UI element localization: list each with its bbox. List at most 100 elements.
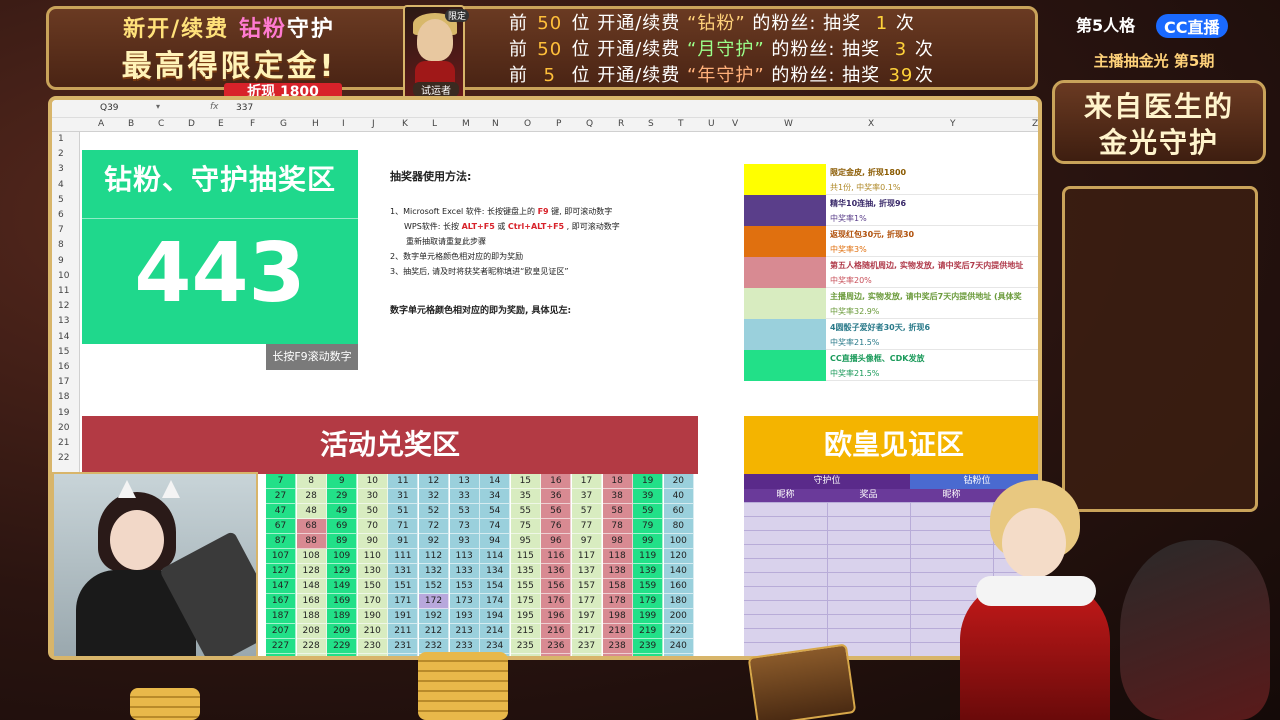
column-header[interactable]: R	[618, 119, 624, 129]
number-cell[interactable]: 179	[633, 594, 664, 609]
row-header[interactable]: 22	[58, 453, 69, 463]
number-cell[interactable]: 89	[327, 534, 358, 549]
row-header[interactable]: 3	[58, 164, 64, 174]
number-cell[interactable]: 170	[357, 594, 388, 609]
number-cell[interactable]: 118	[602, 549, 633, 564]
number-cell[interactable]: 172	[419, 594, 449, 609]
number-cell[interactable]: 78	[602, 519, 633, 534]
number-cell[interactable]: 216	[541, 624, 572, 639]
column-header[interactable]: S	[648, 119, 654, 129]
number-cell[interactable]: 167	[266, 594, 296, 609]
number-cell[interactable]: 95	[510, 534, 541, 549]
number-cell[interactable]: 75	[510, 519, 541, 534]
column-header[interactable]: I	[342, 119, 345, 129]
number-cell[interactable]: 150	[357, 579, 388, 594]
number-cell[interactable]: 160	[663, 579, 694, 594]
number-cell[interactable]: 49	[327, 504, 358, 519]
number-cell[interactable]: 8	[296, 474, 327, 489]
column-header[interactable]: Z	[1032, 119, 1038, 129]
number-cell[interactable]: 34	[480, 489, 511, 504]
column-header[interactable]: O	[524, 119, 531, 129]
number-cell[interactable]: 191	[388, 609, 419, 624]
number-cell[interactable]: 258	[602, 654, 633, 656]
number-cell[interactable]: 92	[419, 534, 449, 549]
formula-input[interactable]: 337	[236, 103, 253, 113]
number-cell[interactable]: 135	[510, 564, 541, 579]
number-cell[interactable]: 137	[572, 564, 602, 579]
row-header[interactable]: 20	[58, 423, 69, 433]
drawn-number[interactable]: 443	[82, 226, 358, 321]
number-cell[interactable]: 67	[266, 519, 296, 534]
number-cell[interactable]: 100	[663, 534, 694, 549]
number-cell[interactable]: 93	[449, 534, 480, 549]
number-cell[interactable]: 171	[388, 594, 419, 609]
number-cell[interactable]: 57	[572, 504, 602, 519]
number-cell[interactable]: 136	[541, 564, 572, 579]
number-cell[interactable]: 30	[357, 489, 388, 504]
column-header[interactable]: K	[402, 119, 408, 129]
number-cell[interactable]: 73	[449, 519, 480, 534]
column-header[interactable]: H	[312, 119, 319, 129]
number-cell[interactable]: 229	[327, 639, 358, 654]
column-header[interactable]: Y	[950, 119, 956, 129]
column-header[interactable]: W	[784, 119, 793, 129]
column-header[interactable]: G	[280, 119, 287, 129]
number-cell[interactable]: 70	[357, 519, 388, 534]
number-cell[interactable]: 152	[419, 579, 449, 594]
number-cell[interactable]: 97	[572, 534, 602, 549]
column-header[interactable]: U	[708, 119, 715, 129]
number-cell[interactable]: 69	[327, 519, 358, 534]
number-cell[interactable]: 54	[480, 504, 511, 519]
number-cell[interactable]: 235	[510, 639, 541, 654]
number-cell[interactable]: 28	[296, 489, 327, 504]
number-cell[interactable]: 14	[480, 474, 511, 489]
number-cell[interactable]: 16	[541, 474, 572, 489]
number-cell[interactable]: 188	[296, 609, 327, 624]
number-cell[interactable]: 91	[388, 534, 419, 549]
number-cell[interactable]: 51	[388, 504, 419, 519]
row-header[interactable]: 4	[58, 180, 64, 190]
number-cell[interactable]: 180	[663, 594, 694, 609]
number-cell[interactable]: 7	[266, 474, 296, 489]
row-header[interactable]: 5	[58, 195, 64, 205]
number-cell[interactable]: 148	[296, 579, 327, 594]
number-cell[interactable]: 17	[572, 474, 602, 489]
number-cell[interactable]: 159	[633, 579, 664, 594]
column-header[interactable]: J	[372, 119, 375, 129]
row-header[interactable]: 11	[58, 286, 69, 296]
number-cell[interactable]: 114	[480, 549, 511, 564]
number-cell[interactable]: 55	[510, 504, 541, 519]
column-header[interactable]: L	[432, 119, 437, 129]
number-cell[interactable]: 248	[296, 654, 327, 656]
number-cell[interactable]: 90	[357, 534, 388, 549]
row-header[interactable]: 12	[58, 301, 69, 311]
row-header[interactable]: 21	[58, 438, 69, 448]
column-header[interactable]: D	[188, 119, 195, 129]
column-header[interactable]: Q	[586, 119, 593, 129]
number-cell[interactable]: 139	[633, 564, 664, 579]
number-cell[interactable]: 20	[663, 474, 694, 489]
number-cell[interactable]: 59	[633, 504, 664, 519]
number-cell[interactable]: 72	[419, 519, 449, 534]
number-cell[interactable]: 138	[602, 564, 633, 579]
number-cell[interactable]: 209	[327, 624, 358, 639]
number-cell[interactable]: 238	[602, 639, 633, 654]
row-header[interactable]: 8	[58, 240, 64, 250]
number-cell[interactable]: 212	[419, 624, 449, 639]
number-cell[interactable]: 98	[602, 534, 633, 549]
column-header[interactable]: P	[556, 119, 561, 129]
number-cell[interactable]: 230	[357, 639, 388, 654]
number-cell[interactable]: 149	[327, 579, 358, 594]
number-cell[interactable]: 247	[266, 654, 296, 656]
number-cell[interactable]: 108	[296, 549, 327, 564]
number-cell[interactable]: 219	[633, 624, 664, 639]
number-cell[interactable]: 190	[357, 609, 388, 624]
number-cell[interactable]: 251	[388, 654, 419, 656]
column-header[interactable]: F	[250, 119, 255, 129]
number-cell[interactable]: 115	[510, 549, 541, 564]
number-cell[interactable]: 96	[541, 534, 572, 549]
number-cell[interactable]: 50	[357, 504, 388, 519]
number-cell[interactable]: 52	[419, 504, 449, 519]
number-cell[interactable]: 12	[419, 474, 449, 489]
number-cell[interactable]: 153	[449, 579, 480, 594]
